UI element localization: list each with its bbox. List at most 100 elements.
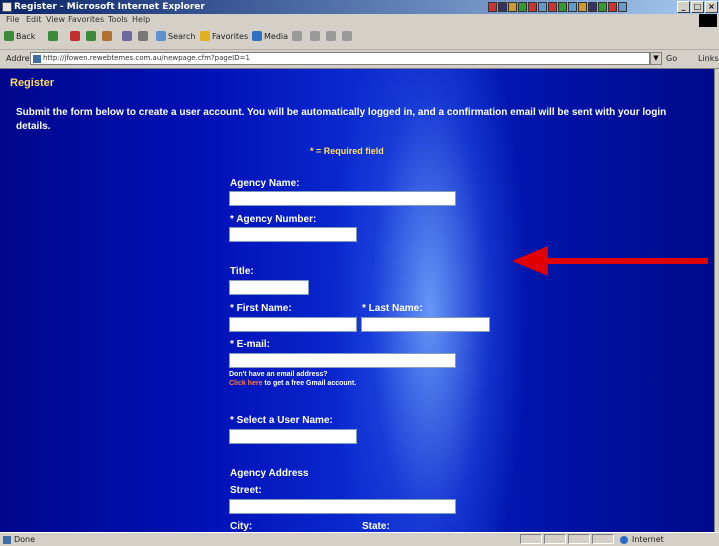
title-input[interactable] xyxy=(229,280,309,295)
home-button[interactable] xyxy=(102,31,112,41)
username-input[interactable] xyxy=(229,429,357,444)
history-icon xyxy=(122,31,132,41)
first-name-input[interactable] xyxy=(229,317,357,332)
required-note: * = Required field xyxy=(310,146,384,156)
favorites-label: Favorites xyxy=(212,31,249,41)
agency-number-label: * Agency Number: xyxy=(230,214,317,225)
vertical-scrollbar[interactable] xyxy=(714,69,719,532)
arrow-shaft xyxy=(540,258,708,264)
tray-icon[interactable] xyxy=(528,2,537,12)
address-dropdown-button[interactable]: ▼ xyxy=(650,52,662,65)
email-input[interactable] xyxy=(229,353,456,368)
refresh-icon xyxy=(86,31,96,41)
agency-number-input[interactable] xyxy=(229,227,357,242)
search-label: Search xyxy=(168,31,196,41)
tray-icon[interactable] xyxy=(578,2,587,12)
favorites-button[interactable]: Favorites xyxy=(200,31,248,41)
gmail-rest-text: to get a free Gmail account. xyxy=(262,380,357,387)
tray-icon[interactable] xyxy=(538,2,547,12)
home-icon xyxy=(102,31,112,41)
tray-icon[interactable] xyxy=(588,2,597,12)
back-button[interactable]: Back xyxy=(4,31,35,41)
status-bar: Done Internet xyxy=(0,532,719,546)
media-label: Media xyxy=(264,31,289,41)
go-button[interactable]: Go xyxy=(666,54,677,63)
email-label: * E-mail: xyxy=(230,339,271,350)
forward-button[interactable] xyxy=(48,31,58,41)
internet-globe-icon xyxy=(620,536,628,544)
menu-favorites[interactable]: Favorites xyxy=(68,15,104,24)
back-arrow-icon xyxy=(4,31,14,41)
messenger-icon xyxy=(342,31,352,41)
minimize-button[interactable]: _ xyxy=(677,1,690,13)
search-button[interactable]: Search xyxy=(156,31,195,41)
tray-icon[interactable] xyxy=(498,2,507,12)
street-input[interactable] xyxy=(229,499,456,514)
menu-view[interactable]: View xyxy=(46,15,65,24)
tray-icon[interactable] xyxy=(558,2,567,12)
refresh-button[interactable] xyxy=(86,31,96,41)
last-name-label: * Last Name: xyxy=(362,303,423,314)
street-label: Street: xyxy=(230,485,262,496)
status-segment xyxy=(520,534,542,544)
first-name-label: * First Name: xyxy=(230,303,292,314)
username-label: * Select a User Name: xyxy=(230,415,333,426)
messenger-button[interactable] xyxy=(342,31,352,41)
tray-icon[interactable] xyxy=(518,2,527,12)
history-button[interactable] xyxy=(122,31,132,41)
red-arrow-annotation xyxy=(512,246,708,276)
tray-icon[interactable] xyxy=(548,2,557,12)
edit-button[interactable] xyxy=(310,31,320,41)
menu-tools[interactable]: Tools xyxy=(108,15,128,24)
no-email-text: Don't have an email address? xyxy=(229,371,328,378)
city-label: City: xyxy=(230,521,253,532)
taskbar-tray-icons xyxy=(488,2,627,13)
tray-icon[interactable] xyxy=(508,2,517,12)
address-bar: Address http://jfowen.rewebtemes.com.au/… xyxy=(0,50,719,69)
tray-icon[interactable] xyxy=(618,2,627,12)
page-heading: Register xyxy=(10,77,55,89)
menu-bar: File Edit View Favorites Tools Help xyxy=(0,14,719,28)
discuss-button[interactable] xyxy=(326,31,336,41)
address-input[interactable]: http://jfowen.rewebtemes.com.au/newpage.… xyxy=(30,52,650,65)
agency-name-label: Agency Name: xyxy=(230,178,300,189)
edit-icon xyxy=(310,31,320,41)
menu-edit[interactable]: Edit xyxy=(26,15,42,24)
status-segment xyxy=(568,534,590,544)
search-icon xyxy=(156,31,166,41)
mail-button[interactable] xyxy=(292,31,302,41)
menu-help[interactable]: Help xyxy=(132,15,150,24)
address-url: http://jfowen.rewebtemes.com.au/newpage.… xyxy=(43,54,250,62)
print-button[interactable] xyxy=(138,31,148,41)
done-page-icon xyxy=(3,536,11,544)
print-icon xyxy=(138,31,148,41)
status-text: Done xyxy=(14,535,36,544)
tray-icon[interactable] xyxy=(488,2,497,12)
maximize-button[interactable]: □ xyxy=(691,1,704,13)
menu-file[interactable]: File xyxy=(6,15,19,24)
state-label: State: xyxy=(362,521,390,532)
media-button[interactable]: Media xyxy=(252,31,288,41)
last-name-input[interactable] xyxy=(361,317,490,332)
mail-icon xyxy=(292,31,302,41)
tray-icon[interactable] xyxy=(608,2,617,12)
gmail-link[interactable]: Click here xyxy=(229,380,262,387)
title-label: Title: xyxy=(230,266,254,277)
media-icon xyxy=(252,31,262,41)
discuss-icon xyxy=(326,31,336,41)
status-segment xyxy=(592,534,614,544)
favorites-star-icon xyxy=(200,31,210,41)
stop-button[interactable] xyxy=(70,31,80,41)
intro-text: Submit the form below to create a user a… xyxy=(16,107,667,132)
links-button[interactable]: Links xyxy=(698,54,719,63)
toolbar: Back Search Favorites Media xyxy=(0,27,719,50)
title-bar: Register - Microsoft Internet Explorer _… xyxy=(0,0,719,14)
forward-arrow-icon xyxy=(48,31,58,41)
gmail-line: Click here to get a free Gmail account. xyxy=(229,380,356,387)
ie-app-icon xyxy=(2,2,12,12)
agency-name-input[interactable] xyxy=(229,191,456,206)
tray-icon[interactable] xyxy=(568,2,577,12)
tray-icon[interactable] xyxy=(598,2,607,12)
close-button[interactable]: × xyxy=(705,1,718,13)
back-label: Back xyxy=(16,31,36,41)
